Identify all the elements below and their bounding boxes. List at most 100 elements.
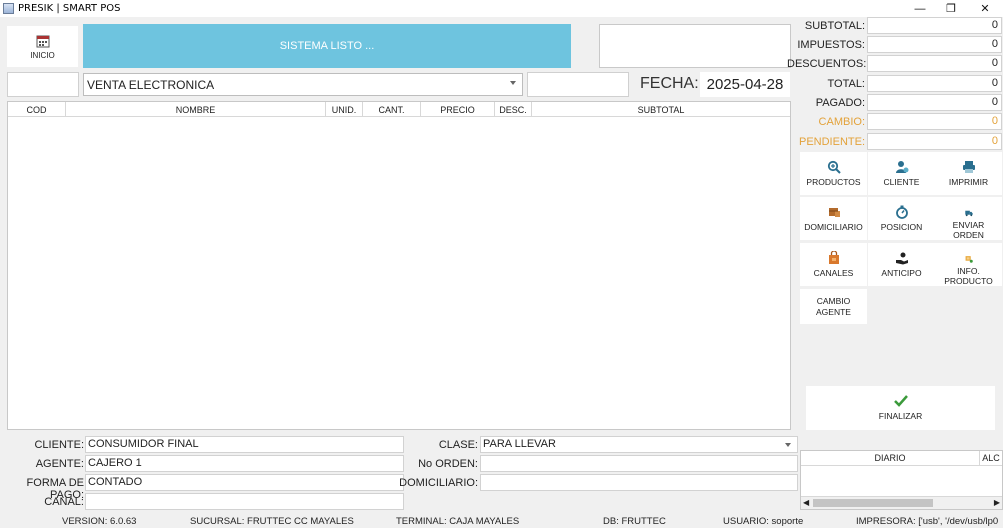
impuestos-value: 0 <box>867 36 1002 53</box>
reference-input[interactable] <box>527 72 629 97</box>
total-row-descuentos: DESCUENTOS: 0 <box>787 55 1002 72</box>
sale-lines-table[interactable]: COD NOMBRE UNID. CANT. PRECIO DESC. SUBT… <box>7 101 791 430</box>
descuentos-label: DESCUENTOS: <box>787 57 867 70</box>
title-bar: PRESIK | SMART POS — ❐ ✕ <box>0 0 1003 17</box>
fecha-text: 2025-04-28 <box>706 76 784 93</box>
pagado-label: PAGADO: <box>815 96 865 109</box>
clase-label: CLASE: <box>438 439 478 451</box>
cliente-label-form: CLIENTE: <box>34 439 84 451</box>
no-orden-label: No ORDEN: <box>418 458 478 470</box>
cliente-button[interactable]: CLIENTE <box>868 152 935 195</box>
diario-column-header[interactable]: DIARIO <box>801 451 981 465</box>
scroll-right-icon[interactable]: ▶ <box>994 498 1000 507</box>
printer-icon <box>962 161 975 173</box>
cliente-field[interactable]: CONSUMIDOR FINAL <box>85 436 404 453</box>
canal-field[interactable] <box>85 493 404 510</box>
sucursal-text: SUCURSAL: FRUTTEC CC MAYALES <box>190 516 354 527</box>
domiciliario-label: DOMICILIARIO <box>804 222 863 232</box>
total-row-cambio: CAMBIO: 0 <box>787 113 1002 130</box>
canal-label: CANAL: <box>44 496 84 508</box>
checkmark-icon <box>893 395 908 407</box>
fecha-label: FECHA: <box>640 75 699 92</box>
posicion-label: POSICION <box>880 222 923 232</box>
total-label: TOTAL: <box>827 77 866 90</box>
agente-label-form: AGENTE: <box>35 458 84 470</box>
imprimir-label: IMPRIMIR <box>948 177 989 187</box>
user-icon <box>895 161 908 173</box>
clase-value: PARA LLEVAR <box>483 438 556 450</box>
alc-column-header[interactable]: ALC <box>980 451 1002 465</box>
total-row-impuestos: IMPUESTOS: 0 <box>787 36 1002 53</box>
table-header: COD NOMBRE UNID. CANT. PRECIO DESC. SUBT… <box>8 102 790 117</box>
cambio-label: CAMBIO: <box>818 115 865 128</box>
domiciliario-button[interactable]: DOMICILIARIO <box>800 197 867 240</box>
truck-icon <box>964 210 973 217</box>
delivery-box-icon <box>828 208 840 217</box>
column-header-precio[interactable]: PRECIO <box>421 102 495 117</box>
fecha-value: 2025-04-28 <box>700 72 790 97</box>
stopwatch-icon <box>895 205 908 219</box>
terminal-text: TERMINAL: CAJA MAYALES <box>396 516 520 527</box>
shopping-bag-icon <box>828 251 839 264</box>
anticipo-button[interactable]: ANTICIPO <box>868 243 935 286</box>
product-info-icon <box>965 256 973 263</box>
posicion-button[interactable]: POSICION <box>868 197 935 240</box>
calendar-icon <box>36 35 49 47</box>
clase-select[interactable]: PARA LLEVAR <box>480 436 798 453</box>
descuentos-value: 0 <box>867 55 1002 72</box>
forma-pago-field[interactable]: CONTADO <box>85 474 404 491</box>
column-header-nombre[interactable]: NOMBRE <box>66 102 326 117</box>
window-title: PRESIK | SMART POS <box>18 3 121 14</box>
info-display-box <box>599 24 791 68</box>
close-button[interactable]: ✕ <box>970 0 1000 17</box>
inicio-button[interactable]: INICIO <box>7 26 78 67</box>
column-header-subtotal[interactable]: SUBTOTAL <box>532 102 790 117</box>
db-text: DB: FRUTTEC <box>603 516 666 527</box>
agente-field[interactable]: CAJERO 1 <box>85 455 404 472</box>
finalizar-label: FINALIZAR <box>878 411 923 421</box>
pendiente-value: 0 <box>867 133 1002 150</box>
domiciliario-field[interactable] <box>480 474 798 491</box>
cambio-agente-button[interactable]: CAMBIO AGENTE <box>800 289 867 324</box>
version-text: VERSION: 6.0.63 <box>62 516 137 527</box>
usuario-text: USUARIO: soporte <box>723 516 804 527</box>
app-icon <box>3 3 14 14</box>
info-producto-label: INFO. PRODUCTO <box>944 266 993 286</box>
sale-type-value: VENTA ELECTRONICA <box>87 77 215 92</box>
total-row-pagado: PAGADO: 0 <box>787 94 1002 111</box>
hand-coin-icon <box>895 252 908 265</box>
horizontal-scrollbar[interactable]: ◀ ▶ <box>801 496 1002 509</box>
column-header-cant[interactable]: CANT. <box>363 102 421 117</box>
chevron-down-icon <box>785 443 791 447</box>
cliente-label: CLIENTE <box>883 177 920 187</box>
chevron-down-icon <box>510 81 516 85</box>
diario-header: DIARIO ALC <box>801 451 1002 466</box>
sale-type-select[interactable]: VENTA ELECTRONICA <box>83 73 523 96</box>
total-row-subtotal: SUBTOTAL: 0 <box>787 17 1002 34</box>
diario-table[interactable]: DIARIO ALC ◀ ▶ <box>800 450 1003 510</box>
scrollbar-thumb[interactable] <box>813 499 933 507</box>
enviar-orden-button[interactable]: ENVIAR ORDEN <box>935 197 1002 240</box>
canales-button[interactable]: CANALES <box>800 243 867 286</box>
column-header-desc[interactable]: DESC. <box>495 102 532 117</box>
column-header-cod[interactable]: COD <box>8 102 66 117</box>
impresora-text: IMPRESORA: ['usb', '/dev/usb/lp0 <box>856 516 999 527</box>
total-row-total: TOTAL: 0 <box>787 75 1002 92</box>
status-text: SISTEMA LISTO ... <box>279 40 375 52</box>
productos-button[interactable]: PRODUCTOS <box>800 152 867 195</box>
finalizar-button[interactable]: FINALIZAR <box>806 386 995 430</box>
minimize-button[interactable]: — <box>905 0 935 17</box>
code-input[interactable] <box>7 72 79 97</box>
search-icon <box>827 160 841 174</box>
canales-label: CANALES <box>813 268 854 278</box>
info-producto-button[interactable]: INFO. PRODUCTO <box>935 243 1002 286</box>
restore-button[interactable]: ❐ <box>936 0 966 17</box>
inicio-label: INICIO <box>30 50 55 60</box>
no-orden-field[interactable] <box>480 455 798 472</box>
column-header-unid[interactable]: UNID. <box>326 102 363 117</box>
scroll-left-icon[interactable]: ◀ <box>803 498 809 507</box>
cambio-agente-label: CAMBIO AGENTE <box>816 295 851 317</box>
impuestos-label: IMPUESTOS: <box>797 38 865 51</box>
imprimir-button[interactable]: IMPRIMIR <box>935 152 1002 195</box>
status-banner: SISTEMA LISTO ... <box>83 24 571 68</box>
